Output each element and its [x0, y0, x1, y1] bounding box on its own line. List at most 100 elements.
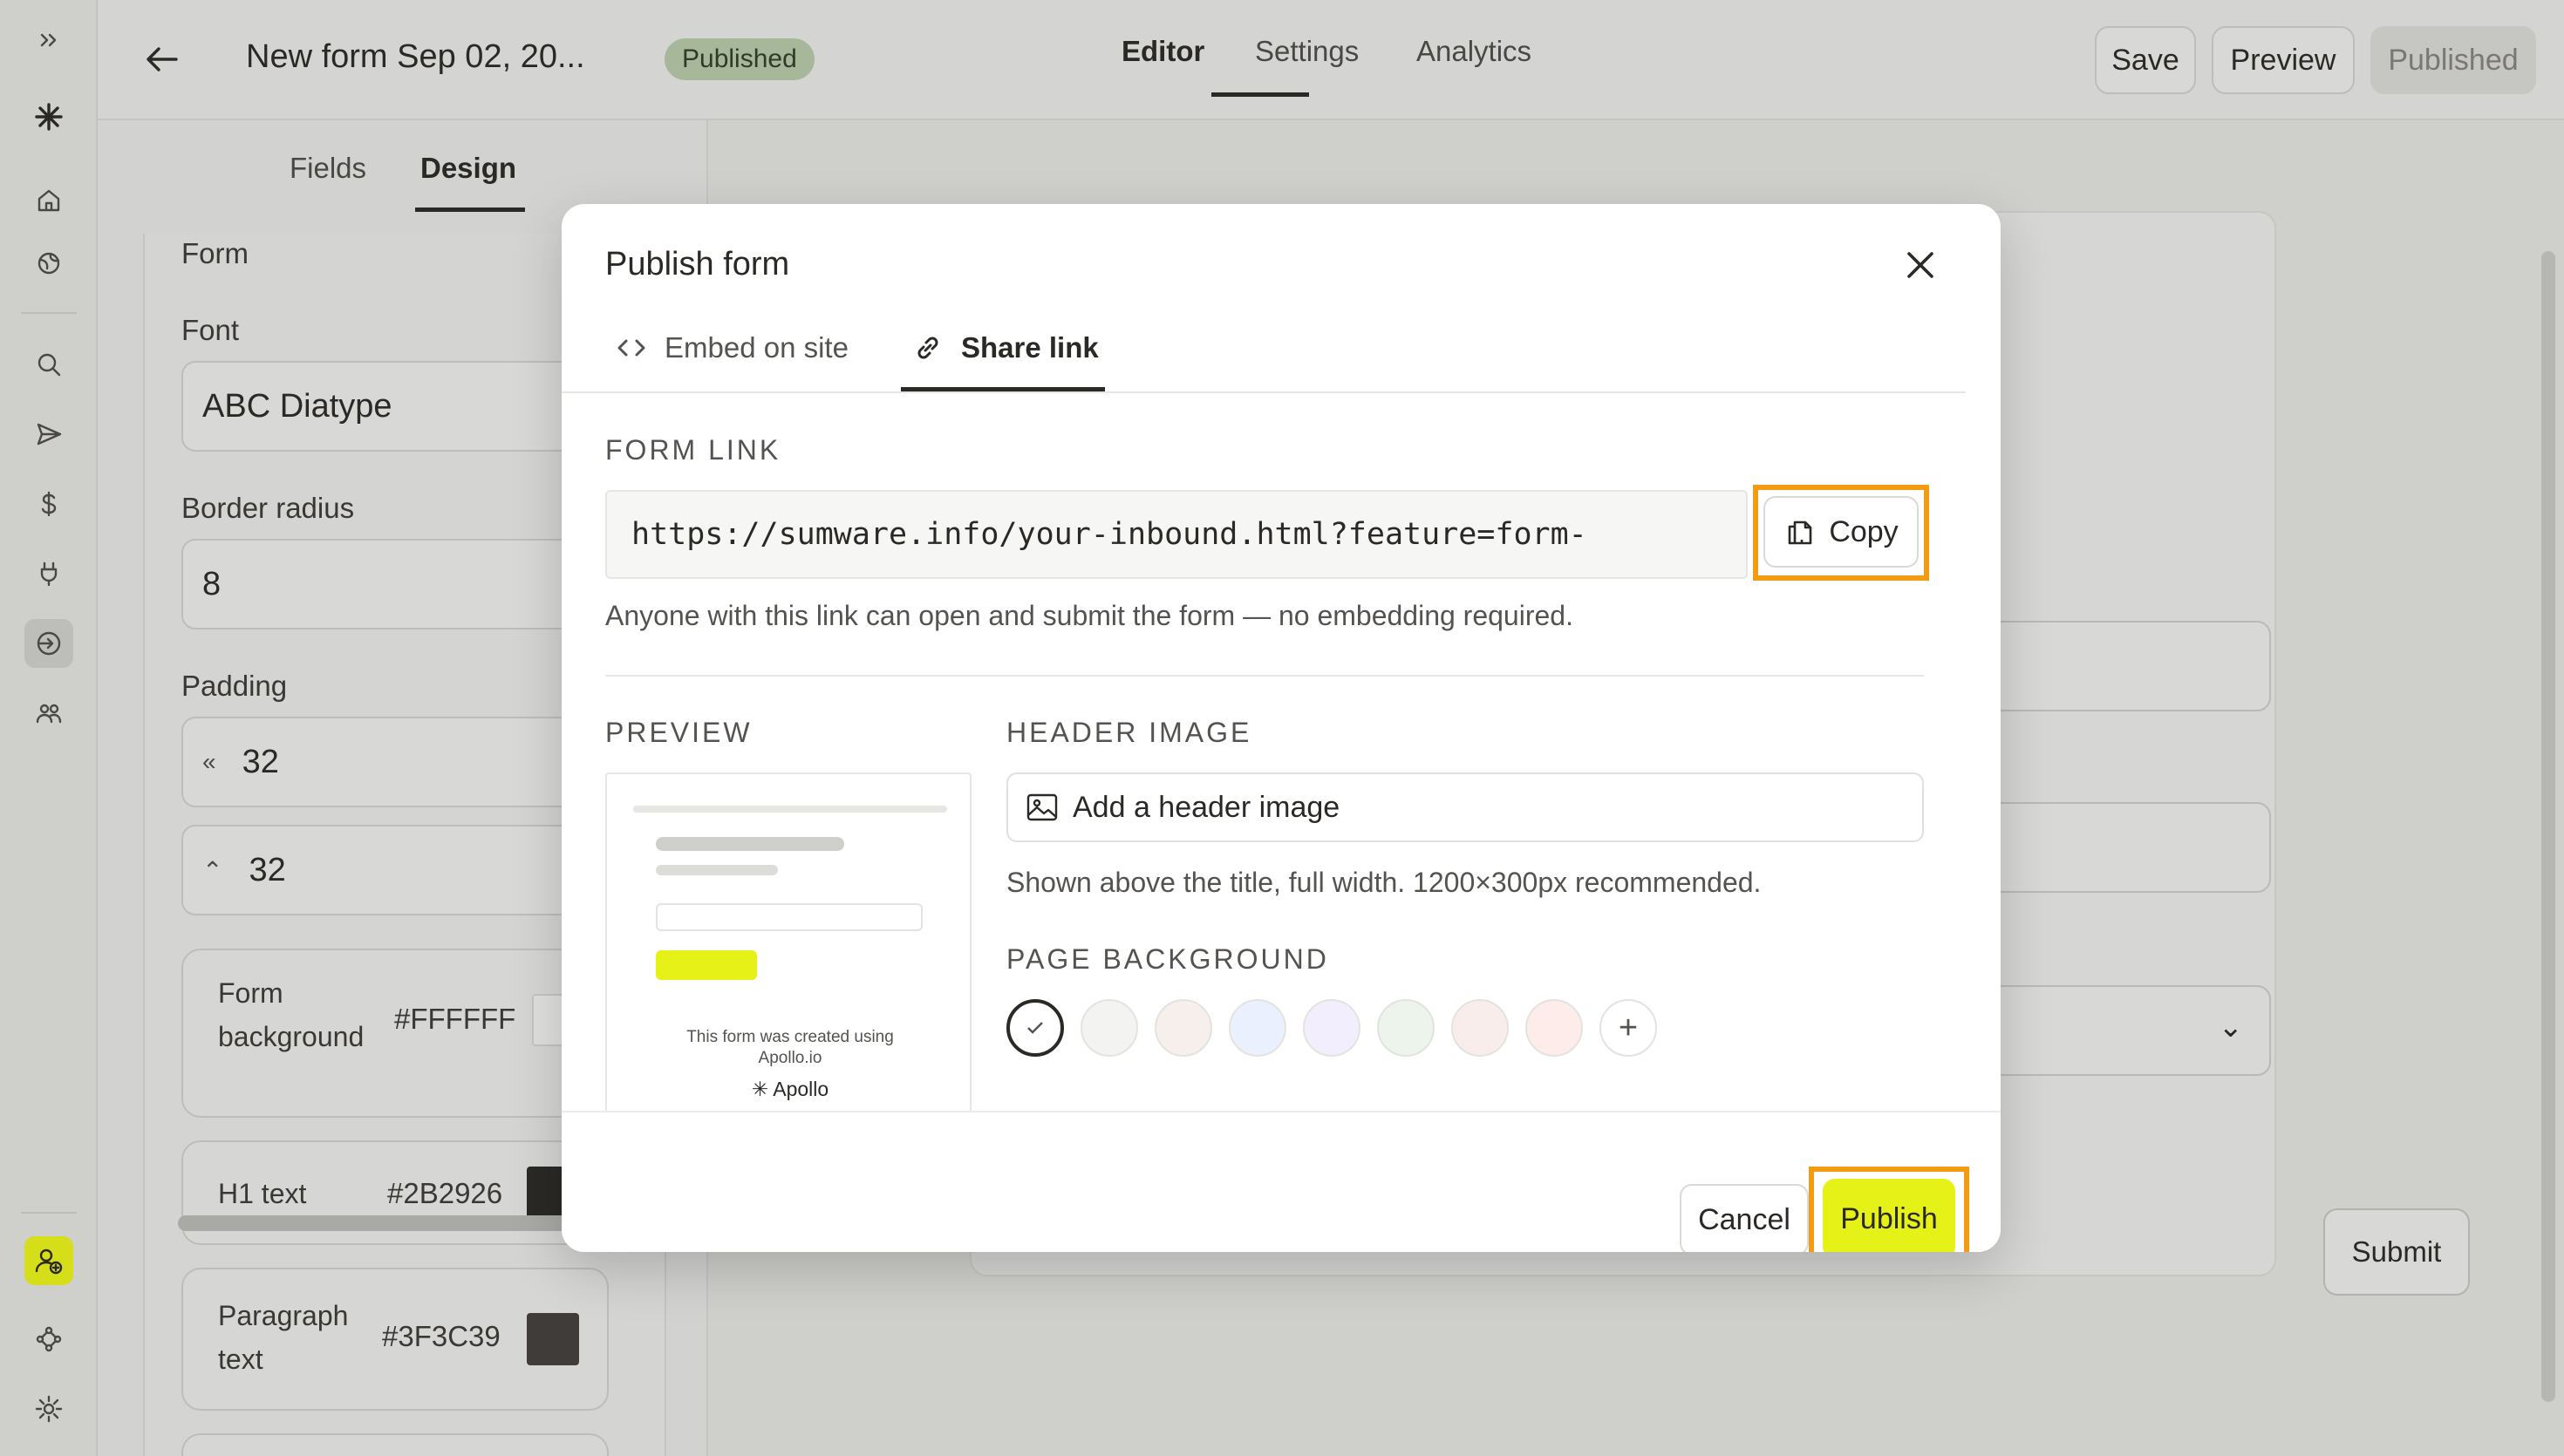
active-tab-indicator: [1211, 92, 1309, 97]
workflow-icon[interactable]: [24, 1315, 73, 1364]
send-icon[interactable]: [24, 410, 73, 459]
vertical-scrollbar[interactable]: [2541, 251, 2555, 1402]
header-image-label: HEADER IMAGE: [1006, 717, 1252, 748]
preview-subtitle-bar: [656, 865, 778, 875]
apollo-logo-icon[interactable]: [24, 92, 73, 141]
page-background-label: PAGE BACKGROUND: [1006, 943, 1329, 975]
chevron-down-icon: ⌄: [2218, 1010, 2244, 1044]
preview-input: [656, 903, 923, 931]
preview-label: PREVIEW: [605, 717, 753, 748]
published-button[interactable]: Published: [2370, 26, 2536, 94]
padding-vertical-value: 32: [249, 851, 286, 888]
expand-icon[interactable]: [24, 16, 73, 65]
gear-icon[interactable]: [24, 1385, 73, 1433]
publish-form-dialog: Publish form Embed on site Share link FO…: [562, 204, 2001, 1252]
background-swatch-gray[interactable]: [1081, 999, 1138, 1057]
preview-header-bar: [633, 806, 947, 813]
preview-note-line2: Apollo.io: [758, 1049, 822, 1067]
publish-button[interactable]: Publish: [1823, 1179, 1955, 1252]
save-button[interactable]: Save: [2095, 26, 2196, 94]
font-label: Font: [181, 314, 240, 346]
tab-design[interactable]: Design: [420, 152, 516, 185]
dialog-title: Publish form: [605, 246, 790, 282]
background-swatch-blue[interactable]: [1229, 999, 1286, 1057]
form-preview-thumbnail: This form was created using Apollo.io ✳ …: [605, 772, 972, 1139]
inbound-icon[interactable]: [24, 619, 73, 668]
padding-horizontal-value: 32: [242, 743, 279, 780]
check-icon: [1027, 1022, 1043, 1034]
back-arrow-icon[interactable]: [134, 35, 190, 84]
add-user-icon[interactable]: [24, 1236, 73, 1285]
preview-button: [656, 950, 757, 980]
header-image-help: Shown above the title, full width. 1200×…: [1006, 867, 1762, 898]
app-rail: [0, 0, 98, 1456]
section-form-label: Form: [181, 237, 249, 269]
add-header-image-label: Add a header image: [1073, 790, 1340, 824]
tab-label: Embed on site: [665, 331, 849, 364]
top-bar: New form Sep 02, 20... Published Editor …: [98, 0, 2564, 120]
globe-icon[interactable]: [24, 239, 73, 288]
copy-icon: [1789, 520, 1812, 545]
background-swatch-blush[interactable]: [1451, 999, 1509, 1057]
add-color-icon[interactable]: +: [1599, 999, 1657, 1057]
link-icon: [910, 330, 945, 365]
cancel-button[interactable]: Cancel: [1680, 1184, 1809, 1252]
background-swatch-lavender[interactable]: [1303, 999, 1360, 1057]
form-link-field[interactable]: https://sumware.info/your-inbound.html?f…: [605, 490, 1748, 579]
tab-embed-on-site[interactable]: Embed on site: [614, 326, 849, 370]
tab-fields[interactable]: Fields: [290, 152, 366, 185]
padding-label: Padding: [181, 670, 288, 702]
color-hex[interactable]: #3F3C39: [382, 1320, 501, 1353]
border-radius-label: Border radius: [181, 492, 355, 524]
form-link-label: FORM LINK: [605, 434, 781, 466]
submit-button[interactable]: Submit: [2323, 1208, 2470, 1296]
copy-label: Copy: [1829, 514, 1899, 548]
background-swatch-sand[interactable]: [1155, 999, 1212, 1057]
color-label: H1 text: [218, 1178, 307, 1209]
tab-settings[interactable]: Settings: [1255, 35, 1359, 68]
color-swatch[interactable]: [527, 1313, 579, 1365]
tab-editor[interactable]: Editor: [1122, 35, 1204, 68]
dollar-icon[interactable]: [24, 480, 73, 528]
color-label-line2: text: [218, 1344, 263, 1375]
color-label: Paragraph: [218, 1300, 349, 1331]
tab-analytics[interactable]: Analytics: [1416, 35, 1531, 68]
preview-note: This form was created using Apollo.io: [607, 1027, 970, 1069]
color-card-form-background[interactable]: Form background #FFFFFF: [181, 949, 609, 1118]
form-title[interactable]: New form Sep 02, 20...: [246, 38, 585, 76]
color-hex[interactable]: #2B2926: [387, 1177, 502, 1210]
home-icon[interactable]: [24, 176, 73, 225]
people-icon[interactable]: [24, 689, 73, 738]
close-icon[interactable]: [1899, 244, 1941, 286]
preview-button[interactable]: Preview: [2212, 26, 2355, 94]
apollo-logo-icon: ✳: [751, 1078, 769, 1100]
code-icon: [614, 330, 649, 365]
image-icon: [1026, 793, 1058, 821]
dialog-footer: Cancel Publish: [562, 1111, 2001, 1252]
preview-note-line1: This form was created using: [686, 1028, 894, 1046]
add-header-image-button[interactable]: Add a header image: [1006, 772, 1924, 842]
copy-button[interactable]: Copy: [1763, 496, 1919, 568]
preview-title-bar: [656, 837, 844, 851]
tab-label: Share link: [961, 331, 1099, 364]
background-swatch-white[interactable]: [1006, 999, 1064, 1057]
vertical-padding-icon: ⌃: [202, 856, 223, 884]
color-card-paragraph-text[interactable]: Paragraph text #3F3C39: [181, 1268, 609, 1411]
color-card[interactable]: [181, 1433, 609, 1456]
brand-name: Apollo: [773, 1078, 829, 1100]
color-label-line2: background: [218, 1021, 365, 1052]
apollo-brand: ✳ Apollo: [607, 1078, 970, 1101]
color-hex[interactable]: #FFFFFF: [394, 1003, 515, 1036]
tab-share-link[interactable]: Share link: [910, 326, 1099, 370]
tab-divider: [562, 391, 1966, 393]
font-value: ABC Diatype: [202, 387, 392, 425]
search-icon[interactable]: [24, 340, 73, 389]
status-badge: Published: [665, 38, 815, 80]
border-radius-value: 8: [202, 565, 222, 602]
background-swatch-green[interactable]: [1377, 999, 1435, 1057]
background-swatch-peach[interactable]: [1525, 999, 1583, 1057]
panel-tab-indicator: [415, 208, 525, 212]
plug-icon[interactable]: [24, 549, 73, 598]
color-label: Form: [218, 977, 283, 1009]
section-divider: [605, 675, 1924, 677]
